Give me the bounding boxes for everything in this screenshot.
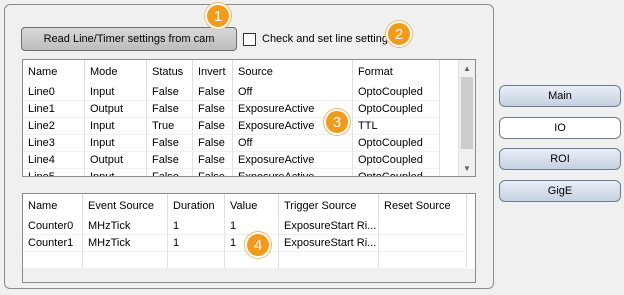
cell: False	[147, 152, 193, 169]
counter-col-value[interactable]: Value	[225, 194, 279, 218]
line-col-status[interactable]: Status	[147, 60, 193, 84]
cell: OptoCoupled	[353, 152, 440, 169]
table-row[interactable]: Line3 Input False False Off OptoCoupled	[23, 135, 475, 152]
cell: Line4	[23, 152, 85, 169]
cell: False	[147, 169, 193, 176]
cell: True	[147, 118, 193, 135]
cell: 1	[168, 235, 225, 252]
cell: Counter0	[23, 218, 83, 235]
table-row[interactable]: Line0 Input False False Off OptoCoupled	[23, 84, 475, 101]
cell: MHzTick	[83, 235, 168, 252]
scroll-thumb[interactable]	[461, 77, 473, 149]
tab-main[interactable]: Main	[499, 85, 621, 107]
annotation-badge-3: 3	[324, 109, 350, 135]
cell: Input	[85, 84, 147, 101]
cell: 1	[168, 218, 225, 235]
cell: MHzTick	[83, 218, 168, 235]
cell: Line5	[23, 169, 85, 176]
table-row[interactable]: Line5 Input False False ExposureActive O…	[23, 169, 475, 176]
tab-gige[interactable]: GigE	[499, 180, 621, 202]
cell	[83, 252, 168, 269]
cell: ExposureActive	[233, 152, 353, 169]
cell	[379, 235, 467, 252]
table-row[interactable]: Line2 Input True False ExposureActive TT…	[23, 118, 475, 135]
cell: Input	[85, 118, 147, 135]
cell: False	[147, 101, 193, 118]
cell: OptoCoupled	[353, 169, 440, 176]
cell: Counter1	[23, 235, 83, 252]
cell: Input	[85, 169, 147, 176]
cell: ExposureStart Ri...	[279, 235, 379, 252]
cell	[279, 252, 379, 269]
check-set-line-settings-label[interactable]: Check and set line settings	[262, 33, 393, 45]
cell: Line0	[23, 84, 85, 101]
cell: False	[193, 169, 233, 176]
cell	[23, 252, 83, 269]
cell	[379, 218, 467, 235]
line-col-source[interactable]: Source	[233, 60, 353, 84]
check-set-line-settings-checkbox[interactable]	[243, 32, 256, 46]
annotation-badge-1: 1	[205, 3, 231, 29]
cell: False	[193, 152, 233, 169]
counter-col-duration[interactable]: Duration	[168, 194, 225, 218]
cell: False	[193, 101, 233, 118]
line-settings-table[interactable]: Name Mode Status Invert Source Format Li…	[22, 59, 476, 177]
cell: Off	[233, 135, 353, 152]
cell: False	[193, 135, 233, 152]
scroll-down-icon[interactable]: ▼	[459, 160, 475, 176]
line-col-spacer	[440, 60, 460, 84]
cell: Input	[85, 135, 147, 152]
table-row[interactable]: Line1 Output False False ExposureActive …	[23, 101, 475, 118]
tab-io[interactable]: IO	[499, 117, 621, 139]
line-col-mode[interactable]: Mode	[85, 60, 147, 84]
cell: False	[193, 118, 233, 135]
counter-col-name[interactable]: Name	[23, 194, 83, 218]
table-row[interactable]: Counter0 MHzTick 1 1 ExposureStart Ri...	[23, 218, 475, 235]
line-table-scrollbar[interactable]: ▲ ▼	[458, 60, 475, 176]
cell: Line2	[23, 118, 85, 135]
cell: TTL	[353, 118, 440, 135]
cell: False	[147, 84, 193, 101]
cell: ExposureStart Ri...	[279, 218, 379, 235]
line-col-format[interactable]: Format	[353, 60, 440, 84]
counter-col-spacer	[467, 194, 475, 218]
check-set-line-settings[interactable]: Check and set line settings	[243, 31, 393, 47]
counter-col-trigger-source[interactable]: Trigger Source	[279, 194, 379, 218]
cell: ExposureActive	[233, 169, 353, 176]
tab-roi[interactable]: ROI	[499, 148, 621, 170]
cell: Output	[85, 152, 147, 169]
cell	[168, 252, 225, 269]
table-row[interactable]: Line4 Output False False ExposureActive …	[23, 152, 475, 169]
counter-col-event-source[interactable]: Event Source	[83, 194, 168, 218]
cell: False	[147, 135, 193, 152]
cell: Line3	[23, 135, 85, 152]
read-settings-button[interactable]: Read Line/Timer settings from cam	[21, 27, 237, 51]
scroll-up-icon[interactable]: ▲	[459, 60, 475, 76]
annotation-badge-4: 4	[245, 232, 271, 258]
cell	[379, 252, 467, 269]
cell: OptoCoupled	[353, 135, 440, 152]
cell: Output	[85, 101, 147, 118]
cell: OptoCoupled	[353, 101, 440, 118]
cell: False	[193, 84, 233, 101]
cell: Off	[233, 84, 353, 101]
counter-col-reset-source[interactable]: Reset Source	[379, 194, 467, 218]
annotation-badge-2: 2	[386, 21, 412, 47]
line-col-invert[interactable]: Invert	[193, 60, 233, 84]
counter-table-header: Name Event Source Duration Value Trigger…	[23, 194, 475, 218]
line-table-header: Name Mode Status Invert Source Format	[23, 60, 475, 84]
cell: OptoCoupled	[353, 84, 440, 101]
line-col-name[interactable]: Name	[23, 60, 85, 84]
cell: Line1	[23, 101, 85, 118]
